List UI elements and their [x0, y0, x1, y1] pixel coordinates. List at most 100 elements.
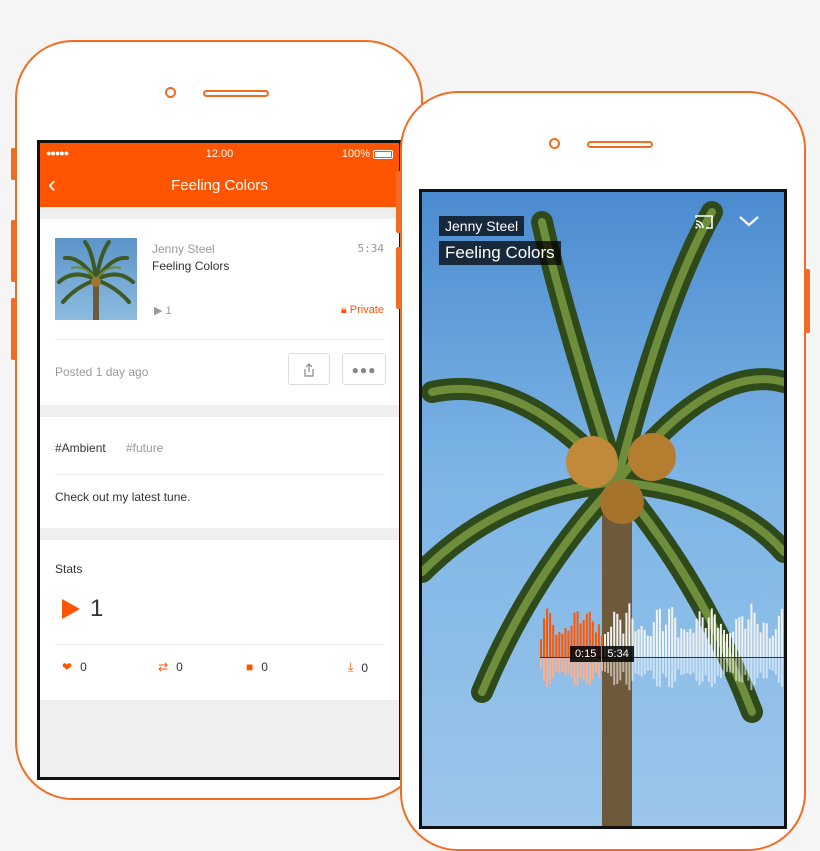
waveform-reflection-bar [732, 658, 735, 674]
share-icon [304, 363, 314, 377]
comments-count: 0 [261, 660, 268, 674]
waveform-bar [777, 615, 780, 657]
waveform-reflection-bar [658, 658, 661, 687]
waveform-bar [692, 632, 695, 657]
waveform-reflection-bar [716, 658, 719, 676]
waveform-bar [741, 616, 744, 657]
divider [55, 474, 384, 475]
stats-play-count: 1 [90, 595, 104, 622]
waveform-reflection-bar [710, 658, 713, 688]
waveform-reflection-bar [719, 658, 722, 678]
lock-icon: 🔒︎ [340, 304, 347, 316]
downloads-stat[interactable]: ⤓ 0 [348, 660, 368, 675]
waveform-reflection-bar [759, 658, 762, 673]
waveform-bar [719, 623, 722, 657]
waveform-bar [552, 624, 555, 657]
cast-icon[interactable] [694, 214, 714, 230]
track-description: Check out my latest tune. [55, 490, 191, 504]
front-camera [549, 138, 560, 149]
waveform-reflection-bar [768, 658, 771, 670]
waveform-reflection-bar [634, 658, 637, 674]
waveform-reflection-bar [637, 658, 640, 675]
tag-future[interactable]: #future [126, 441, 163, 455]
waveform-bar [640, 626, 643, 657]
comments-stat[interactable]: ■ 0 [246, 660, 268, 674]
waveform-bar [698, 611, 701, 657]
repost-icon: ⇄ [158, 660, 169, 674]
reposts-stat[interactable]: ⇄ 0 [158, 660, 183, 674]
waveform-reflection-bar [540, 658, 542, 669]
waveform-reflection-bar [643, 658, 646, 675]
waveform-reflection-bar [674, 658, 677, 682]
chevron-down-icon[interactable] [738, 214, 760, 228]
waveform-reflection-bar [683, 658, 686, 675]
waveform-bar [680, 628, 683, 657]
waveform-bar [634, 631, 637, 657]
waveform-reflection-bar [753, 658, 756, 685]
waveform-reflection-bar [765, 658, 768, 679]
battery-percent: 100% [341, 148, 370, 160]
share-button[interactable] [288, 353, 330, 385]
waveform-bar [723, 629, 725, 657]
waveform-reflection-bar [707, 658, 710, 682]
heart-icon: ❤ [62, 660, 73, 674]
waveform-bar [738, 617, 741, 657]
waveform-reflection-bar [738, 658, 741, 682]
reposts-count: 0 [176, 660, 183, 674]
power-button [805, 269, 810, 333]
time-display: 0:15 5:34 [570, 646, 634, 662]
waveform-reflection-bar [771, 658, 774, 671]
more-dots-icon: ●●● [351, 363, 377, 377]
waveform-bar [652, 622, 655, 657]
waveform-bar [674, 617, 677, 657]
waveform-reflection-bar [756, 658, 759, 678]
waveform-reflection-bar [640, 658, 643, 677]
waveform-reflection-bar [628, 658, 631, 691]
waveform-reflection-bar [662, 658, 664, 674]
track-artist[interactable]: Jenny Steel [152, 242, 215, 256]
waveform-reflection-bar [689, 658, 692, 675]
waveform-reflection-bar [613, 658, 616, 686]
waveform-bar [716, 627, 719, 657]
waveform-bar [732, 631, 735, 657]
waveform-reflection-bar [649, 658, 652, 671]
waveform-bar [689, 628, 692, 657]
current-time: 0:15 [570, 646, 603, 662]
waveform-reflection-bar [677, 658, 680, 670]
waveform-bar [558, 632, 561, 657]
waveform-reflection-bar [750, 658, 753, 690]
volume-down-button [11, 298, 16, 360]
waveform-bar [643, 630, 646, 657]
waveform-bar [564, 628, 567, 657]
tag-ambient[interactable]: #Ambient [55, 441, 106, 455]
waveform-bar [774, 629, 777, 657]
player-screen: Jenny Steel Feeling Colors 0:15 5:34 [419, 189, 787, 829]
waveform-bar [726, 633, 728, 657]
waveform-reflection-bar [543, 658, 545, 682]
waveform-bar [655, 609, 658, 657]
volume-up-button [11, 220, 16, 282]
waveform-reflection-bar [723, 658, 725, 675]
waveform-bar [677, 637, 680, 657]
likes-stat[interactable]: ❤ 0 [62, 660, 87, 674]
divider [55, 339, 384, 340]
waveform-reflection-bar [780, 658, 783, 687]
total-time: 5:34 [607, 648, 629, 660]
waveform-bar [771, 635, 774, 657]
waveform-bar [707, 617, 710, 657]
waveform-bar [683, 629, 686, 657]
waveform-reflection-bar [576, 658, 579, 686]
waveform-bar [759, 632, 762, 657]
mute-switch [11, 148, 16, 180]
waveform-reflection-bar [680, 658, 683, 676]
more-options-button[interactable]: ●●● [342, 353, 386, 385]
waveform-bar [555, 634, 558, 657]
track-artwork[interactable] [55, 238, 137, 320]
waveform-reflection-bar [546, 658, 549, 688]
waveform-reflection-bar [561, 658, 564, 672]
waveform-reflection-bar [741, 658, 744, 683]
waveform-bar [546, 608, 549, 657]
player-artist[interactable]: Jenny Steel [439, 216, 525, 236]
waveform-reflection-bar [701, 658, 704, 682]
waveform-bar [540, 639, 542, 657]
